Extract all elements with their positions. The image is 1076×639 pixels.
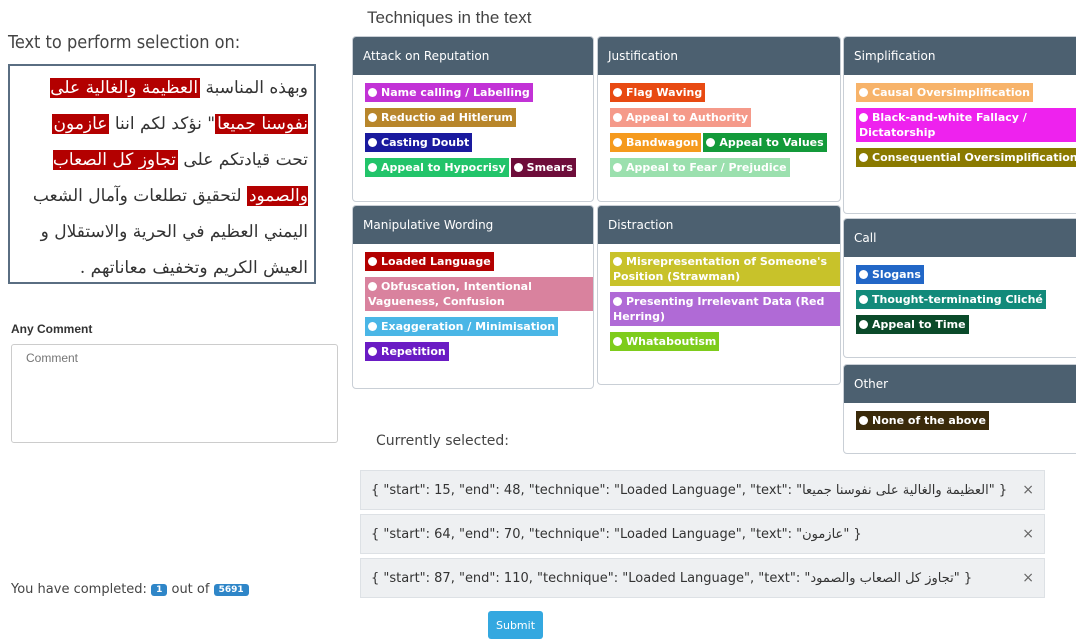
panel-simplification: Simplification Causal Oversimplification… bbox=[843, 36, 1076, 214]
progress-prefix: You have completed: bbox=[11, 582, 147, 597]
technique-chip[interactable]: Slogans bbox=[856, 265, 924, 284]
chip-row: Bandwagon Appeal to Values bbox=[610, 133, 840, 158]
panel-call: Call Slogans Thought-terminating Cliché Ap… bbox=[843, 218, 1076, 358]
text-span: وبهذه المناسبة bbox=[200, 78, 308, 98]
technique-chip[interactable]: Smears bbox=[510, 158, 576, 177]
technique-chip[interactable]: Misrepresentation of Someone's Position … bbox=[610, 252, 840, 286]
panel-title: Other bbox=[844, 365, 1076, 403]
panel-attack-on-reputation: Attack on Reputation Name calling / Labe… bbox=[352, 36, 594, 202]
selection-label: Text to perform selection on: bbox=[8, 32, 241, 53]
chip-row: Misrepresentation of Someone's Position … bbox=[610, 252, 840, 292]
selected-item-text: { "start": 87, "end": 110, "technique": … bbox=[371, 570, 973, 586]
panel-manipulative-wording: Manipulative Wording Loaded Language Obfu… bbox=[352, 205, 594, 389]
technique-chip[interactable]: Black-and-white Fallacy / Dictatorship bbox=[856, 108, 1076, 142]
technique-chip[interactable]: Appeal to Time bbox=[856, 315, 969, 334]
chip-row: Presenting Irrelevant Data (Red Herring) bbox=[610, 292, 840, 332]
panel-distraction: Distraction Misrepresentation of Someone… bbox=[597, 205, 841, 385]
technique-chip[interactable]: Appeal to Hypocrisy bbox=[365, 158, 509, 177]
technique-chip[interactable]: Flag Waving bbox=[610, 83, 706, 102]
technique-chip[interactable]: Repetition bbox=[365, 342, 449, 361]
chip-row: Appeal to Fear / Prejudice bbox=[610, 158, 840, 183]
technique-chip[interactable]: Appeal to Values bbox=[703, 133, 827, 152]
panel-title: Call bbox=[844, 219, 1076, 257]
technique-chip[interactable]: Appeal to Authority bbox=[610, 108, 752, 127]
technique-chip[interactable]: Consequential Oversimplification bbox=[856, 148, 1076, 167]
selected-item-text: { "start": 64, "end": 70, "technique": "… bbox=[371, 526, 862, 542]
progress-middle: out of bbox=[171, 582, 210, 597]
chip-row: Appeal to Time bbox=[856, 315, 1076, 340]
highlighted-span: عازمون bbox=[51, 114, 110, 134]
progress-done-badge: 1 bbox=[151, 583, 168, 596]
chip-row: Whataboutism bbox=[610, 332, 840, 357]
comment-input[interactable] bbox=[11, 344, 338, 443]
chip-row: Slogans bbox=[856, 265, 1076, 290]
technique-chip[interactable]: Name calling / Labelling bbox=[365, 83, 533, 102]
panel-other: Other None of the above bbox=[843, 364, 1076, 454]
chip-row: Loaded Language bbox=[365, 252, 593, 277]
progress-indicator: You have completed: 1 out of 5691 bbox=[11, 582, 249, 597]
technique-chip[interactable]: Causal Oversimplification bbox=[856, 83, 1034, 102]
selected-item-text: { "start": 15, "end": 48, "technique": "… bbox=[371, 482, 1008, 498]
chip-row: Black-and-white Fallacy / Dictatorship bbox=[856, 108, 1076, 148]
submit-button[interactable]: Submit bbox=[488, 611, 543, 639]
text-span: " نؤكد لكم اننا bbox=[109, 114, 216, 134]
chip-row: Reductio ad Hitlerum bbox=[365, 108, 593, 133]
chip-row: Obfuscation, Intentional Vagueness, Conf… bbox=[365, 277, 593, 317]
selected-item: { "start": 87, "end": 110, "technique": … bbox=[360, 558, 1045, 598]
chip-row: Thought-terminating Cliché bbox=[856, 290, 1076, 315]
chip-row: Appeal to Authority bbox=[610, 108, 840, 133]
technique-chip[interactable]: Casting Doubt bbox=[365, 133, 473, 152]
selectable-text-box[interactable]: وبهذه المناسبة العظيمة والغالية على نفوس… bbox=[8, 64, 316, 284]
technique-chip[interactable]: Presenting Irrelevant Data (Red Herring) bbox=[610, 292, 840, 326]
close-icon[interactable]: × bbox=[1022, 570, 1034, 586]
panel-title: Justification bbox=[598, 37, 840, 75]
chip-row: Repetition bbox=[365, 342, 593, 367]
technique-chip[interactable]: None of the above bbox=[856, 411, 989, 430]
progress-total-badge: 5691 bbox=[213, 583, 249, 596]
chip-row: None of the above bbox=[856, 411, 1076, 436]
techniques-heading: Techniques in the text bbox=[367, 8, 532, 27]
panel-title: Manipulative Wording bbox=[353, 206, 593, 244]
technique-chip[interactable]: Bandwagon bbox=[610, 133, 702, 152]
chip-row: Flag Waving bbox=[610, 83, 840, 108]
panel-title: Attack on Reputation bbox=[353, 37, 593, 75]
chip-row: Consequential Oversimplification bbox=[856, 148, 1076, 173]
chip-row: Name calling / Labelling bbox=[365, 83, 593, 108]
chip-row: Casting Doubt bbox=[365, 133, 593, 158]
technique-chip[interactable]: Appeal to Fear / Prejudice bbox=[610, 158, 790, 177]
text-span: تحت قيادتكم على bbox=[178, 150, 308, 170]
selected-item: { "start": 15, "end": 48, "technique": "… bbox=[360, 470, 1045, 510]
panel-title: Distraction bbox=[598, 206, 840, 244]
chip-row: Exaggeration / Minimisation bbox=[365, 317, 593, 342]
panel-title: Simplification bbox=[844, 37, 1076, 75]
comment-label: Any Comment bbox=[11, 322, 93, 336]
close-icon[interactable]: × bbox=[1022, 526, 1034, 542]
technique-chip[interactable]: Thought-terminating Cliché bbox=[856, 290, 1046, 309]
technique-chip[interactable]: Exaggeration / Minimisation bbox=[365, 317, 559, 336]
chip-row: Appeal to Hypocrisy Smears bbox=[365, 158, 593, 183]
close-icon[interactable]: × bbox=[1022, 482, 1034, 498]
technique-chip[interactable]: Reductio ad Hitlerum bbox=[365, 108, 516, 127]
technique-chip[interactable]: Loaded Language bbox=[365, 252, 494, 271]
technique-chip[interactable]: Obfuscation, Intentional Vagueness, Conf… bbox=[365, 277, 593, 311]
selected-item: { "start": 64, "end": 70, "technique": "… bbox=[360, 514, 1045, 554]
technique-chip[interactable]: Whataboutism bbox=[610, 332, 720, 351]
panel-justification: Justification Flag Waving Appeal to Autho… bbox=[597, 36, 841, 202]
currently-selected-label: Currently selected: bbox=[376, 433, 510, 449]
chip-row: Causal Oversimplification bbox=[856, 83, 1076, 108]
